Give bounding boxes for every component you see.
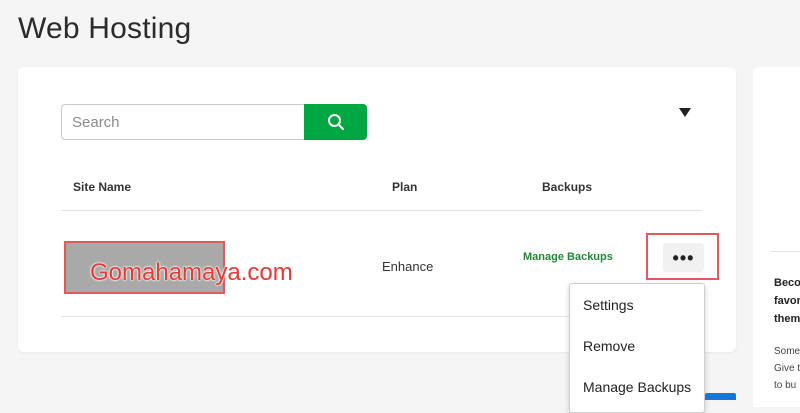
partial-blue-button[interactable]: [705, 393, 736, 400]
header-divider: [61, 210, 701, 211]
side-heading-line: Beco: [774, 277, 800, 289]
side-text-line: to bu: [774, 380, 797, 391]
side-heading-line: favor: [774, 295, 800, 307]
plan-value: Enhance: [382, 259, 434, 274]
search-input[interactable]: [61, 104, 305, 140]
menu-item-remove[interactable]: Remove: [583, 338, 635, 354]
more-horizontal-icon: •••: [672, 247, 695, 268]
row-actions-menu: Settings Remove Manage Backups: [569, 283, 705, 413]
column-header-site-name: Site Name: [73, 180, 132, 194]
search-button[interactable]: [304, 104, 367, 140]
side-text-line: Some: [774, 346, 800, 357]
manage-backups-link[interactable]: Manage Backups: [523, 251, 613, 263]
search-icon: [327, 114, 344, 131]
side-divider: [771, 251, 800, 252]
side-heading-line: them: [774, 313, 800, 325]
caret-down-icon[interactable]: [679, 108, 691, 117]
search-bar: [61, 104, 367, 140]
menu-item-settings[interactable]: Settings: [583, 297, 634, 313]
page-title: Web Hosting: [18, 12, 192, 45]
site-name: Gomahamaya.com: [90, 259, 293, 286]
side-text-line: Give t: [774, 363, 800, 374]
column-header-plan: Plan: [392, 180, 418, 194]
menu-item-manage-backups[interactable]: Manage Backups: [583, 379, 691, 395]
column-header-backups: Backups: [542, 180, 593, 194]
more-options-button[interactable]: •••: [663, 243, 704, 272]
side-panel: Beco favor them Some Give t to bu: [753, 67, 800, 407]
